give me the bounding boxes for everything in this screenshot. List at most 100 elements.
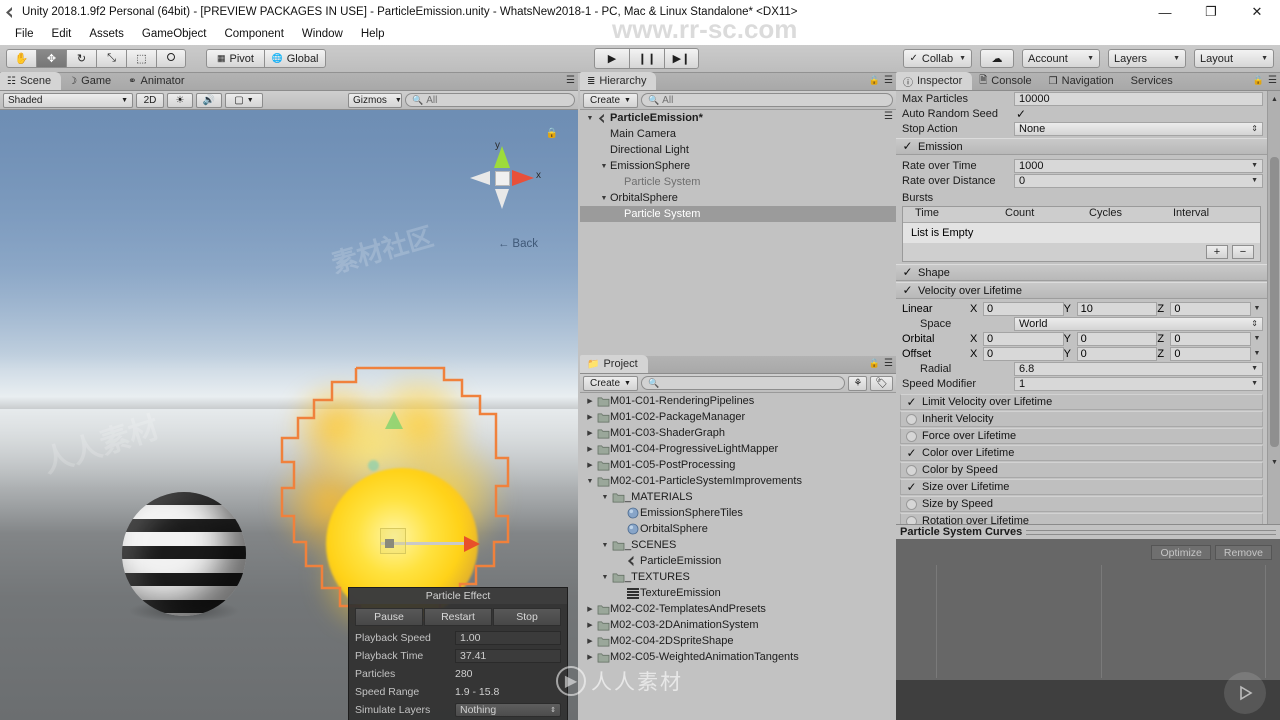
menu-component[interactable]: Component (215, 25, 292, 44)
gizmo-negative-y-cone[interactable] (495, 189, 509, 209)
rate-over-time-input[interactable]: 1000 ▼ (1014, 158, 1263, 173)
disclosure-triangle-icon[interactable]: ▶ (584, 637, 596, 645)
menu-help[interactable]: Help (352, 25, 394, 44)
toggle-2d[interactable]: 2D (136, 92, 164, 108)
pause-button[interactable]: Pause (355, 608, 423, 626)
move-tool-icon[interactable]: ✥ (36, 49, 66, 68)
project-item[interactable]: ▶ParticleEmission (580, 553, 896, 569)
module-checkbox-unchecked[interactable] (906, 413, 917, 425)
inspector-module-row[interactable]: Force over Lifetime (900, 428, 1263, 444)
disclosure-triangle-icon[interactable]: ▼ (584, 478, 596, 485)
project-item[interactable]: ▶ M02-C02-TemplatesAndPresets (580, 601, 896, 617)
linear-x-input[interactable]: 0 (983, 301, 1064, 316)
menu-gameobject[interactable]: GameObject (133, 25, 216, 44)
disclosure-triangle-icon[interactable]: ▶ (584, 413, 596, 421)
menu-assets[interactable]: Assets (80, 25, 133, 44)
effects-icon[interactable]: ▢ ▼ (225, 92, 263, 108)
gizmo-x-axis-cone[interactable] (512, 170, 534, 186)
scrollbar-thumb[interactable] (1270, 157, 1279, 447)
project-item[interactable]: ▶ M02-C04-2DSpriteShape (580, 633, 896, 649)
tab-console[interactable]: 🗎 Console (972, 72, 1041, 90)
lock-icon[interactable]: 🔒 (869, 358, 880, 369)
pause-button[interactable]: ❙❙ (629, 48, 664, 69)
lock-icon[interactable]: 🔒 (869, 75, 880, 86)
hierarchy-search-input[interactable]: 🔍 All (640, 93, 893, 107)
playback-time-input[interactable]: 37.41 (455, 649, 561, 663)
disclosure-triangle-icon[interactable]: ▼ (599, 542, 611, 549)
rate-over-distance-input[interactable]: 0 ▼ (1014, 173, 1263, 188)
disclosure-triangle-icon[interactable]: ▶ (584, 653, 596, 661)
tab-game[interactable]: ☽ Game (61, 72, 121, 90)
project-item[interactable]: ▶ M01-C05-PostProcessing (580, 457, 896, 473)
project-item[interactable]: ▶EmissionSphereTiles (580, 505, 896, 521)
max-particles-input[interactable]: 10000 (1014, 91, 1263, 106)
tab-navigation[interactable]: ❒ Navigation (1042, 72, 1124, 90)
panel-menu-icon[interactable]: ☰ (1268, 75, 1277, 86)
tab-animator[interactable]: ⚭ Animator (121, 72, 194, 90)
offset-y-input[interactable]: 0 (1076, 346, 1158, 361)
menu-window[interactable]: Window (293, 25, 352, 44)
play-button[interactable]: ▶ (594, 48, 629, 69)
restart-button[interactable]: Restart (424, 608, 492, 626)
tab-project[interactable]: 📁 Project (580, 355, 648, 373)
disclosure-triangle-icon[interactable]: ▼ (599, 494, 611, 501)
project-item[interactable]: ▶ M01-C03-ShaderGraph (580, 425, 896, 441)
module-checkbox-checked[interactable]: ✓ (906, 447, 917, 459)
tab-scene[interactable]: ☷ Scene (0, 72, 62, 90)
pivot-toggle[interactable]: ▦ Pivot (206, 49, 264, 68)
rotate-tool-icon[interactable]: ↻ (66, 49, 96, 68)
project-item[interactable]: ▶OrbitalSphere (580, 521, 896, 537)
playback-speed-input[interactable]: 1.00 (455, 631, 561, 645)
project-tree[interactable]: ▶ M01-C01-RenderingPipelines ▶ M01-C02-Pack… (580, 393, 896, 720)
shape-checkbox[interactable]: ✓ (902, 266, 913, 278)
hand-tool-icon[interactable]: ✋ (6, 49, 36, 68)
space-dropdown[interactable]: World ⇕ (1014, 316, 1263, 331)
close-button[interactable]: ✕ (1234, 0, 1280, 24)
scene-orientation-gizmo[interactable]: y x (464, 140, 542, 218)
tab-hierarchy[interactable]: ≣ Hierarchy (580, 72, 657, 90)
disclosure-triangle-icon[interactable]: ▼ (598, 163, 610, 170)
hierarchy-item[interactable]: ▶Directional Light (580, 142, 896, 158)
hierarchy-item[interactable]: ▶Particle System (580, 174, 896, 190)
global-toggle[interactable]: 🌐 Global (264, 49, 326, 68)
cloud-button[interactable]: ☁ (980, 49, 1014, 68)
disclosure-triangle-icon[interactable]: ▶ (584, 605, 596, 613)
menu-edit[interactable]: Edit (43, 25, 81, 44)
transform-tool-icon[interactable]: ⭘ (156, 49, 186, 68)
hierarchy-item[interactable]: ▶Particle System (580, 206, 896, 222)
chevron-down-icon[interactable]: ▼ (1251, 350, 1263, 357)
emission-checkbox[interactable]: ✓ (902, 140, 913, 152)
play-overlay-icon[interactable] (1224, 672, 1266, 714)
disclosure-triangle-icon[interactable]: ▶ (584, 397, 596, 405)
disclosure-triangle-icon[interactable]: ▶ (584, 429, 596, 437)
inspector-module-row[interactable]: Inherit Velocity (900, 411, 1263, 427)
step-button[interactable]: ▶❙ (664, 48, 699, 69)
module-checkbox-unchecked[interactable] (906, 498, 917, 510)
rect-tool-icon[interactable]: ⬚ (126, 49, 156, 68)
linear-y-input[interactable]: 10 (1076, 301, 1158, 316)
back-button[interactable]: ← Back (498, 238, 538, 250)
lighting-icon[interactable]: ☀ (167, 92, 193, 108)
remove-burst-button[interactable]: − (1232, 245, 1254, 259)
scroll-up-icon[interactable]: ▲ (1268, 93, 1280, 106)
gizmos-dropdown[interactable]: Gizmos ▼ (348, 92, 402, 108)
inspector-module-row[interactable]: Size by Speed (900, 496, 1263, 512)
linear-z-input[interactable]: 0 (1170, 301, 1252, 316)
auto-random-seed-checkbox[interactable]: ✓ (1014, 107, 1028, 121)
scale-tool-icon[interactable]: ⤡ (96, 49, 126, 68)
module-checkbox-checked[interactable]: ✓ (906, 481, 917, 493)
inspector-module-row[interactable]: ✓ Size over Lifetime (900, 479, 1263, 495)
project-item[interactable]: ▶ M01-C02-PackageManager (580, 409, 896, 425)
scene-search-input[interactable]: 🔍 All (405, 93, 575, 107)
panel-menu-icon[interactable]: ☰ (884, 75, 893, 86)
panel-menu-icon[interactable]: ☰ (566, 75, 575, 86)
hierarchy-create-button[interactable]: Create ▼ (583, 92, 638, 108)
layers-button[interactable]: Layers ▼ (1108, 49, 1186, 68)
radial-input[interactable]: 6.8 ▼ (1014, 361, 1263, 376)
project-item[interactable]: ▼ M02-C01-ParticleSystemImprovements (580, 473, 896, 489)
account-button[interactable]: Account ▼ (1022, 49, 1100, 68)
project-item[interactable]: ▶TextureEmission (580, 585, 896, 601)
inspector-module-row[interactable]: Color by Speed (900, 462, 1263, 478)
disclosure-triangle-icon[interactable]: ▼ (598, 195, 610, 202)
project-item[interactable]: ▼ _SCENES (580, 537, 896, 553)
